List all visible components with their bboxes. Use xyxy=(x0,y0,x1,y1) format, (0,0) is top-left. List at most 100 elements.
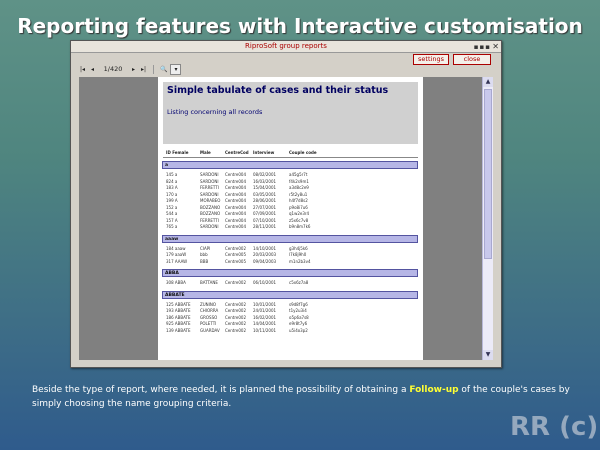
table-cell: BATTANE xyxy=(200,280,218,285)
table-cell: SARDONI xyxy=(200,191,219,197)
table-cell: Centre004 xyxy=(225,191,247,197)
table-cell: 183 A xyxy=(166,185,178,190)
table-cell: 308 ABBA xyxy=(166,280,186,285)
table-cell: f4k2s9m1 xyxy=(289,178,309,184)
table-cell: Centre002 xyxy=(225,327,247,333)
table-cell: l7k8j9h0 xyxy=(289,252,307,257)
table-row: 193 ABBATE CHIORRA Centre002 24/01/2001 t1y2… xyxy=(163,308,418,314)
table-cell: Centre005 xyxy=(225,258,247,264)
table-cell: 14/10/2001 xyxy=(253,245,277,251)
table-cell: CHIORRA xyxy=(200,308,219,313)
table-cell: 27/07/2001 xyxy=(253,204,277,210)
zoom-icon[interactable]: 🔍 xyxy=(160,65,167,74)
table-cell: p9o8i7u6 xyxy=(289,204,308,210)
table-cell: h4f7d8s2 xyxy=(289,198,308,203)
table-row: 184 aaaw CIAPI Centre002 14/10/2001 g3h4j5k6 xyxy=(163,246,418,252)
table-cell: r5t2y8u1 xyxy=(289,191,308,197)
table-cell: Centre002 xyxy=(225,280,247,285)
next-page-icon[interactable]: ▸ xyxy=(130,65,137,74)
table-cell: 139 ABBATE xyxy=(166,327,191,333)
table-cell: 544 a xyxy=(166,211,178,216)
prev-page-icon[interactable]: ◂ xyxy=(89,65,96,74)
column-header: Couple code xyxy=(289,150,317,155)
table-row: 765 a SARDONI Centre004 28/11/2001 b9n8m7k6 xyxy=(163,224,418,230)
table-cell: bbb xyxy=(200,252,208,257)
table-cell: CIAPI xyxy=(200,245,211,251)
last-page-icon[interactable]: ▸| xyxy=(140,65,147,74)
table-cell: 14/04/2001 xyxy=(253,321,277,326)
table-cell: Centre002 xyxy=(225,314,247,320)
table-cell: 08/02/2001 xyxy=(253,172,277,177)
table-cell: Centre004 xyxy=(225,198,247,203)
table-cell: 10/01/2001 xyxy=(253,301,277,307)
table-cell: 186 ABBATE xyxy=(166,314,191,320)
zoom-dropdown[interactable]: ▾ xyxy=(170,63,182,75)
toolbar-separator xyxy=(153,64,154,74)
window-close-icon[interactable]: ✕ xyxy=(492,41,499,52)
window-controls[interactable]: ▪▪▪ xyxy=(474,42,491,53)
table-cell: 24/01/2001 xyxy=(253,308,277,313)
window-titlebar: RiproSoft group reports ▪▪▪ ✕ xyxy=(71,41,501,53)
report-title: Simple tabulate of cases and their statu… xyxy=(167,85,389,96)
table-row: 179 aaaW bbb Centre005 20/03/2003 l7k8j9h0 xyxy=(163,252,418,258)
table-cell: SARDONI xyxy=(200,178,219,184)
scroll-thumb[interactable] xyxy=(484,89,492,259)
table-cell: s9d8f7g6 xyxy=(289,301,308,307)
table-row: 925 ABBATE POLETTI Centre002 14/04/2001 e9r8… xyxy=(163,321,418,327)
table-cell: SARDONI xyxy=(200,172,219,177)
table-cell: POLETTI xyxy=(200,321,217,326)
table-cell: u5i4o3p2 xyxy=(289,327,308,333)
table-row: 157 A FERRETTI Centre004 07/10/2001 z5x6c7v8 xyxy=(163,218,418,224)
table-cell: g3h4j5k6 xyxy=(289,245,308,251)
vertical-scrollbar[interactable]: ▲ ▼ xyxy=(482,77,493,360)
scroll-down-icon[interactable]: ▼ xyxy=(483,350,493,360)
window-title: RiproSoft group reports xyxy=(245,42,327,50)
group-header: ABBA xyxy=(162,269,418,277)
table-cell: 06/10/2001 xyxy=(253,280,277,285)
settings-button[interactable]: settings xyxy=(413,54,449,65)
table-cell: Centre004 xyxy=(225,211,247,216)
table-cell: 28/06/2001 xyxy=(253,198,277,203)
table-row: 125 ABBATE ZUNINO Centre002 10/01/2001 s9d8f… xyxy=(163,302,418,308)
table-cell: 179 aaaW xyxy=(166,252,187,257)
preview-toolbar: |◂ ◂ 1/420 ▸ ▸| 🔍 ▾ xyxy=(79,63,182,75)
report-page: Simple tabulate of cases and their statu… xyxy=(158,77,423,360)
table-cell: a3d8c2e9 xyxy=(289,185,309,190)
table-cell: 152 a xyxy=(166,204,178,210)
table-cell: Centre004 xyxy=(225,217,247,223)
group-header: a xyxy=(162,161,418,169)
table-cell: ZUNINO xyxy=(200,301,216,307)
table-row: 186 ABBATE GROSSO Centre002 16/02/2001 o5p6a… xyxy=(163,315,418,321)
table-row: 544 a BOZZANO Centre004 07/09/2001 q1w2e3r4 xyxy=(163,211,418,217)
table-cell: GUARDAV xyxy=(200,327,220,333)
table-cell: 03/05/2001 xyxy=(253,191,277,197)
caption-highlight: Follow-up xyxy=(409,385,459,395)
table-cell: Centre004 xyxy=(225,172,247,177)
table-cell: 157 A xyxy=(166,217,178,223)
table-row: 152 a BOZZANO Centre004 27/07/2001 p9o8i7u6 xyxy=(163,205,418,211)
table-cell: BOZZANO xyxy=(200,204,221,210)
report-header: Simple tabulate of cases and their statu… xyxy=(163,82,418,144)
table-cell: 16/03/2001 xyxy=(253,178,277,184)
table-cell: Centre004 xyxy=(225,204,247,210)
table-cell: 09/04/2003 xyxy=(253,258,277,264)
scroll-up-icon[interactable]: ▲ xyxy=(483,77,493,87)
group-header: ABBATE xyxy=(162,290,418,299)
slide-title: Reporting features with Interactive cust… xyxy=(17,14,583,38)
first-page-icon[interactable]: |◂ xyxy=(79,65,86,74)
table-cell: 199 A xyxy=(166,198,178,203)
table-cell: 15/04/2001 xyxy=(253,185,277,190)
table-row: 183 A FERRETTI Centre004 15/04/2001 a3d8c2e9 xyxy=(163,185,418,191)
table-cell: BBB xyxy=(200,258,209,264)
report-preview: Simple tabulate of cases and their statu… xyxy=(79,77,482,360)
column-header: Male xyxy=(200,150,211,155)
table-cell: 170 a xyxy=(166,191,178,197)
table-cell: 925 ABBATE xyxy=(166,321,191,326)
table-cell: SARDONI xyxy=(200,224,219,229)
close-button[interactable]: close xyxy=(453,54,491,65)
column-header: CentreCod xyxy=(225,150,249,155)
column-header: Interview xyxy=(253,150,275,155)
table-cell: a45g5r7t xyxy=(289,172,308,177)
table-cell: c5x6z7a8 xyxy=(289,280,309,285)
table-cell: 10/11/2001 xyxy=(253,327,277,333)
